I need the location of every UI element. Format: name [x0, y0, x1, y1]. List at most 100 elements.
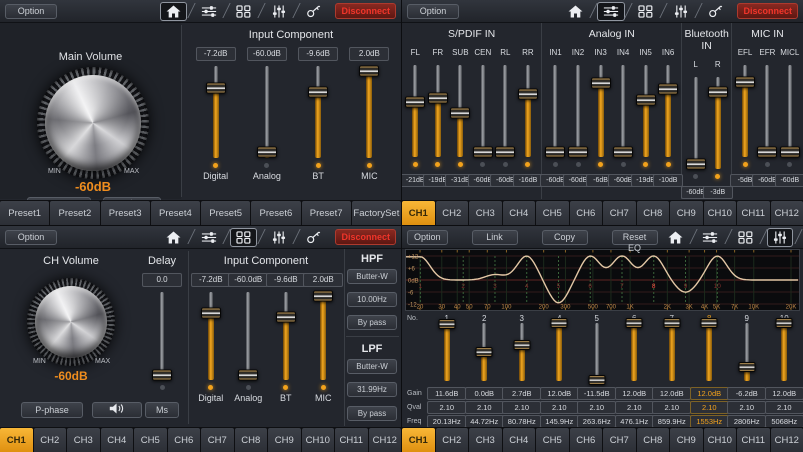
fader[interactable]: [201, 292, 221, 380]
slider-thumb[interactable]: [476, 347, 493, 357]
slider-thumb[interactable]: [545, 147, 565, 158]
ms-unit-button[interactable]: Ms: [145, 402, 179, 418]
slider-thumb[interactable]: [568, 147, 588, 158]
channel-tab-ch6[interactable]: CH6: [570, 428, 603, 452]
channel-tab-ch12[interactable]: CH12: [369, 428, 402, 452]
link-button[interactable]: Link: [472, 230, 518, 245]
nav-tab-eq[interactable]: [763, 226, 798, 248]
channel-tab-ch2[interactable]: CH2: [436, 428, 469, 452]
preset-tab-preset3[interactable]: Preset3: [101, 201, 150, 225]
nav-tab-eq[interactable]: [663, 0, 698, 22]
fader[interactable]: [495, 65, 515, 157]
fader[interactable]: [308, 66, 328, 158]
channel-tab-ch6[interactable]: CH6: [168, 428, 201, 452]
fader[interactable]: [658, 65, 678, 157]
band-q-value[interactable]: 2.10: [615, 401, 654, 414]
channel-tab-ch3[interactable]: CH3: [67, 428, 100, 452]
nav-tab-eq[interactable]: [261, 0, 296, 22]
channel-tab-ch4[interactable]: CH4: [101, 428, 134, 452]
slider-thumb[interactable]: [405, 96, 425, 107]
channel-tab-ch8[interactable]: CH8: [235, 428, 268, 452]
channel-tab-ch4[interactable]: CH4: [503, 428, 536, 452]
fader[interactable]: [636, 65, 656, 157]
nav-tab-home[interactable]: [658, 226, 693, 248]
main-volume-knob[interactable]: [37, 67, 149, 179]
slider-thumb[interactable]: [276, 311, 296, 322]
slider-thumb[interactable]: [201, 308, 221, 319]
slider-thumb[interactable]: [780, 147, 800, 158]
channel-tab-ch1[interactable]: CH1: [402, 428, 435, 452]
nav-tab-key[interactable]: [296, 226, 331, 248]
p-phase-button[interactable]: P-phase: [21, 402, 83, 418]
fader[interactable]: [450, 65, 470, 157]
fader[interactable]: [545, 65, 565, 157]
fader[interactable]: [686, 77, 706, 169]
channel-tab-ch3[interactable]: CH3: [469, 428, 502, 452]
band-gain-value[interactable]: -11.5dB: [577, 387, 616, 400]
channel-tab-ch12[interactable]: CH12: [771, 201, 803, 225]
channel-tab-ch8[interactable]: CH8: [637, 428, 670, 452]
hpf-type-button[interactable]: Butter-W: [347, 269, 397, 284]
channel-tab-ch9[interactable]: CH9: [670, 201, 703, 225]
nav-tab-key[interactable]: [798, 226, 803, 248]
channel-tab-ch11[interactable]: CH11: [737, 201, 770, 225]
band-freq-value[interactable]: 476.1Hz: [615, 415, 654, 428]
fader[interactable]: [735, 65, 755, 157]
ch-volume-knob[interactable]: [27, 278, 115, 366]
slider-thumb[interactable]: [735, 76, 755, 87]
slider-thumb[interactable]: [257, 147, 277, 158]
preset-tab-preset2[interactable]: Preset2: [50, 201, 99, 225]
option-button[interactable]: Option: [5, 230, 57, 245]
fader[interactable]: [276, 292, 296, 380]
fader[interactable]: [474, 323, 494, 381]
nav-tab-mixer[interactable]: [191, 0, 226, 22]
band-q-value[interactable]: 2.10: [690, 401, 729, 414]
channel-tab-ch11[interactable]: CH11: [737, 428, 770, 452]
slider-thumb[interactable]: [613, 147, 633, 158]
slider-thumb[interactable]: [495, 147, 515, 158]
nav-tab-mixer[interactable]: [191, 226, 226, 248]
disconnect-button[interactable]: Disconnect: [335, 229, 396, 245]
lpf-freq-button[interactable]: 31.99Hz: [347, 382, 397, 397]
band-q-value[interactable]: 2.10: [652, 401, 691, 414]
band-freq-value[interactable]: 20.13Hz: [427, 415, 466, 428]
fader[interactable]: [699, 323, 719, 381]
channel-tab-ch10[interactable]: CH10: [704, 428, 737, 452]
slider-thumb[interactable]: [313, 291, 333, 302]
eq-response-graph[interactable]: +12+60dB-6-1220304050701002003005007001K…: [405, 249, 800, 311]
slider-thumb[interactable]: [588, 375, 605, 385]
option-button[interactable]: Option: [407, 4, 459, 19]
fader[interactable]: [662, 323, 682, 381]
reset-eq-button[interactable]: Reset EQ: [612, 230, 658, 245]
lpf-type-button[interactable]: Butter-W: [347, 359, 397, 374]
band-gain-value[interactable]: -6.2dB: [727, 387, 766, 400]
slider-thumb[interactable]: [438, 319, 455, 329]
disconnect-button[interactable]: Disconnect: [737, 3, 798, 19]
nav-tab-mixer[interactable]: [693, 226, 728, 248]
channel-tab-ch10[interactable]: CH10: [302, 428, 335, 452]
band-gain-value[interactable]: 12.0dB: [765, 387, 803, 400]
band-q-value[interactable]: 2.10: [465, 401, 504, 414]
channel-tab-ch1[interactable]: CH1: [0, 428, 33, 452]
nav-tab-key[interactable]: [698, 0, 733, 22]
band-gain-value[interactable]: 12.0dB: [652, 387, 691, 400]
channel-tab-ch5[interactable]: CH5: [134, 428, 167, 452]
channel-tab-ch2[interactable]: CH2: [436, 201, 469, 225]
fader[interactable]: [780, 65, 800, 157]
band-gain-value[interactable]: 12.0dB: [540, 387, 579, 400]
fader[interactable]: [405, 65, 425, 157]
nav-tab-home[interactable]: [558, 0, 593, 22]
band-gain-value[interactable]: 11.6dB: [427, 387, 466, 400]
slider-thumb[interactable]: [428, 93, 448, 104]
preset-tab-preset5[interactable]: Preset5: [201, 201, 250, 225]
slider-thumb[interactable]: [450, 107, 470, 118]
channel-tab-ch2[interactable]: CH2: [34, 428, 67, 452]
nav-tab-eq[interactable]: [261, 226, 296, 248]
fader[interactable]: [257, 66, 277, 158]
band-freq-value[interactable]: 145.9Hz: [540, 415, 579, 428]
fader[interactable]: [708, 77, 728, 169]
hpf-freq-button[interactable]: 10.00Hz: [347, 292, 397, 307]
nav-tab-home[interactable]: [156, 226, 191, 248]
channel-tab-ch12[interactable]: CH12: [771, 428, 803, 452]
fader[interactable]: [591, 65, 611, 157]
